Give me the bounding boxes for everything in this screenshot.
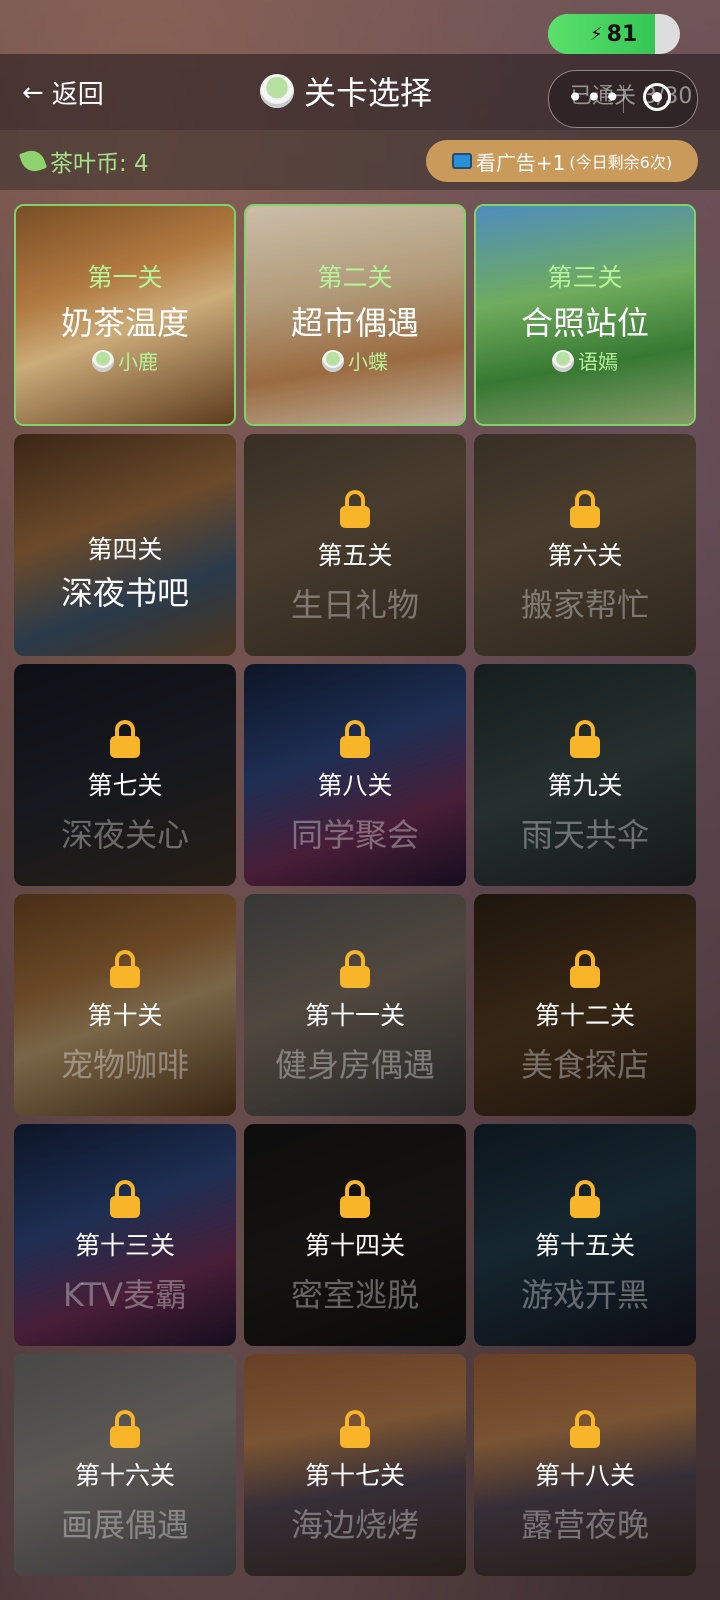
level-card[interactable]: 第六关 搬家帮忙	[474, 434, 696, 656]
level-character-name: 语嫣	[578, 350, 618, 374]
lock-icon	[340, 950, 370, 988]
milk-tea-icon	[552, 349, 574, 372]
level-title: 宠物咖啡	[60, 1046, 189, 1084]
lock-icon	[340, 1410, 370, 1448]
lock-icon	[340, 1180, 370, 1218]
level-card[interactable]: 第九关 雨天共伞	[474, 664, 696, 886]
level-number: 第十七关	[304, 1461, 405, 1490]
level-card[interactable]: 第五关 生日礼物	[244, 434, 466, 656]
lock-icon	[570, 1180, 600, 1218]
level-title: 游戏开黑	[520, 1276, 649, 1314]
level-number: 第一关	[87, 263, 163, 292]
level-number: 第九关	[547, 771, 623, 800]
tea-coin-balance: 茶叶币: 4	[18, 144, 149, 178]
level-title: 合照站位	[520, 304, 649, 342]
level-card[interactable]: 第一关奶茶温度小鹿	[14, 204, 236, 426]
lock-icon	[570, 490, 600, 528]
lock-icon	[570, 1410, 600, 1448]
level-number: 第十二关	[534, 1001, 635, 1030]
level-number: 第十四关	[304, 1231, 405, 1260]
lock-icon	[340, 490, 370, 528]
level-title: 露营夜晚	[520, 1506, 649, 1544]
level-card[interactable]: 第三关合照站位语嫣	[474, 204, 696, 426]
level-number: 第十一关	[304, 1001, 405, 1030]
level-card[interactable]: 第十七关 海边烧烤	[244, 1354, 466, 1576]
page-title-text: 关卡选择	[304, 74, 433, 112]
level-title: 超市偶遇	[290, 304, 419, 342]
tv-icon	[451, 153, 472, 169]
level-title: KTV麦霸	[63, 1276, 187, 1314]
arrow-left-icon: ←	[22, 77, 44, 108]
level-title: 美食探店	[520, 1046, 649, 1084]
level-number: 第二关	[317, 263, 393, 292]
level-character-name: 小鹿	[118, 350, 158, 374]
level-title: 画展偶遇	[60, 1506, 189, 1544]
level-number: 第七关	[87, 771, 163, 800]
lock-icon	[340, 720, 370, 758]
miniprogram-capsule: •••	[548, 70, 698, 128]
watch-ad-remaining: (今日剩余6次)	[569, 153, 673, 172]
level-card[interactable]: 第八关 同学聚会	[244, 664, 466, 886]
level-card[interactable]: 第十一关 健身房偶遇	[244, 894, 466, 1116]
more-dots-icon[interactable]: •••	[567, 81, 623, 114]
watch-ad-button[interactable]: 看广告+1 (今日剩余6次)	[426, 140, 698, 182]
level-character: 小蝶	[246, 346, 464, 375]
lock-icon	[570, 950, 600, 988]
level-number: 第十六关	[74, 1461, 175, 1490]
level-card[interactable]: 第十三关 KTV麦霸	[14, 1124, 236, 1346]
level-number: 第十三关	[74, 1231, 175, 1260]
level-number: 第六关	[547, 541, 623, 570]
level-card[interactable]: 第十四关 密室逃脱	[244, 1124, 466, 1346]
milk-tea-icon	[92, 349, 114, 372]
miniprogram-close-icon[interactable]	[643, 83, 671, 111]
level-number: 第四关	[87, 535, 163, 564]
level-card[interactable]: 第十六关 画展偶遇	[14, 1354, 236, 1576]
watch-ad-label: 看广告+1	[475, 150, 566, 175]
level-card[interactable]: 第十二关 美食探店	[474, 894, 696, 1116]
lock-icon	[110, 720, 140, 758]
level-title: 同学聚会	[290, 816, 419, 854]
level-number: 第五关	[317, 541, 393, 570]
level-title: 雨天共伞	[520, 816, 649, 854]
lock-icon	[110, 1180, 140, 1218]
lock-icon	[570, 720, 600, 758]
level-number: 第十八关	[534, 1461, 635, 1490]
level-character: 语嫣	[476, 346, 694, 375]
bolt-icon: ⚡	[590, 23, 603, 45]
level-number: 第十五关	[534, 1231, 635, 1260]
tea-coin-text: 茶叶币: 4	[50, 151, 149, 177]
page-title: 关卡选择	[260, 68, 432, 114]
back-label: 返回	[51, 80, 104, 110]
milk-tea-icon	[260, 74, 294, 108]
milk-tea-icon	[322, 349, 344, 372]
currency-bar: 茶叶币: 4 看广告+1 (今日剩余6次)	[0, 130, 720, 190]
level-character: 小鹿	[16, 346, 234, 375]
lock-icon	[110, 1410, 140, 1448]
level-title: 奶茶温度	[60, 304, 189, 342]
level-number: 第十关	[87, 1001, 163, 1030]
level-card[interactable]: 第十八关 露营夜晚	[474, 1354, 696, 1576]
level-title: 海边烧烤	[290, 1506, 419, 1544]
level-title: 密室逃脱	[290, 1276, 419, 1314]
level-title: 生日礼物	[290, 586, 419, 624]
level-card[interactable]: 第七关 深夜关心	[14, 664, 236, 886]
capsule-divider	[623, 85, 624, 113]
level-title: 深夜书吧	[60, 574, 189, 612]
level-character-name: 小蝶	[348, 350, 388, 374]
lock-icon	[110, 950, 140, 988]
level-title: 深夜关心	[60, 816, 189, 854]
level-card[interactable]: 第十关 宠物咖啡	[14, 894, 236, 1116]
level-card[interactable]: 第二关超市偶遇小蝶	[244, 204, 466, 426]
level-title: 健身房偶遇	[274, 1046, 435, 1084]
level-card[interactable]: 第十五关 游戏开黑	[474, 1124, 696, 1346]
level-card[interactable]: 第四关 深夜书吧	[14, 434, 236, 656]
battery-value: 81	[606, 21, 638, 47]
level-title: 搬家帮忙	[520, 586, 649, 624]
battery-indicator: ⚡ 81	[548, 14, 680, 54]
level-number: 第三关	[547, 263, 623, 292]
tea-leaf-icon	[18, 146, 48, 176]
back-button[interactable]: ← 返回	[22, 74, 104, 111]
level-number: 第八关	[317, 771, 393, 800]
